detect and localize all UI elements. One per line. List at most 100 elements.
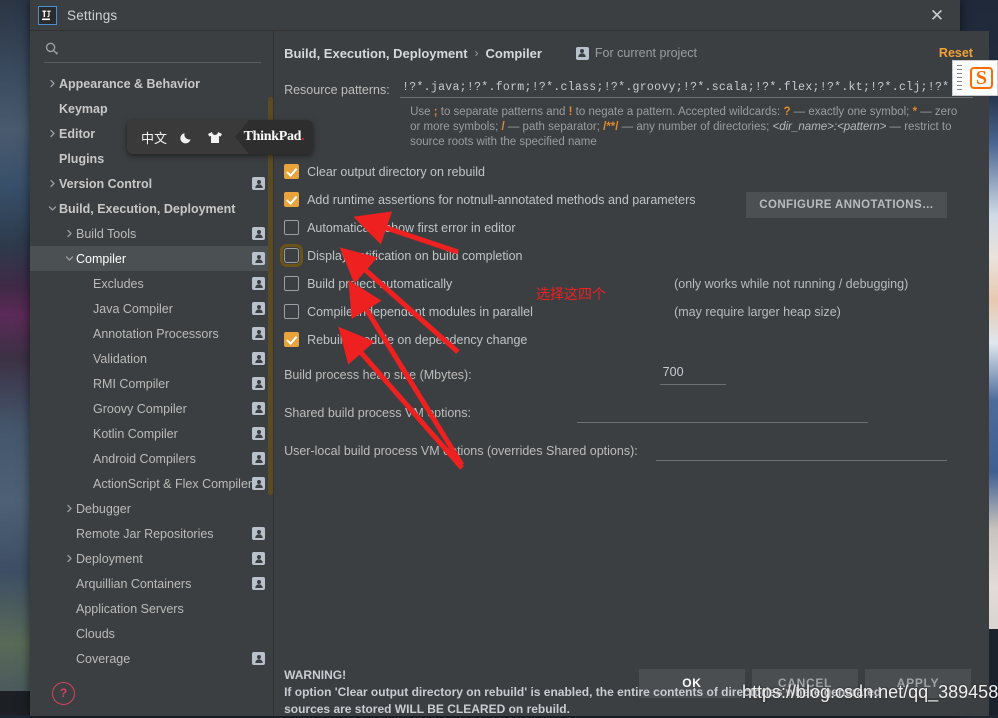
search-input[interactable] (60, 40, 262, 57)
option-row-automatically-show-first-error[interactable]: Automatically show first error in editor (284, 220, 973, 235)
hint-dir-pattern: <dir_name>:<pattern> (772, 121, 887, 133)
resource-patterns-value: !?*.java;!?*.form;!?*.class;!?*.groovy;!… (402, 81, 971, 94)
sidebar-item-label: Version Control (59, 176, 153, 191)
help-question-icon[interactable]: ? (52, 681, 75, 705)
sidebar-item-label: Validation (93, 351, 147, 366)
sidebar-item-label: Android Compilers (93, 451, 196, 466)
background-window-left-edge (0, 0, 30, 715)
breadcrumb-leaf: Compiler (485, 45, 542, 61)
sidebar-item-android-compilers[interactable]: Android Compilers (30, 446, 273, 471)
breadcrumb-separator-icon: › (474, 46, 479, 60)
project-scope-icon (252, 352, 266, 365)
tshirt-icon[interactable] (207, 131, 223, 144)
sogou-drag-handle-icon[interactable] (957, 65, 962, 91)
sidebar-item-label: Excludes (93, 276, 144, 291)
thinkpad-brand-logo: ThinkPad. (235, 120, 313, 154)
sidebar-item-appearance-behavior[interactable]: Appearance & Behavior (30, 71, 273, 96)
search-field[interactable] (44, 36, 262, 63)
sidebar-item-label: Compiler (76, 251, 127, 266)
thinkpad-floating-widget[interactable]: 中文 ThinkPad. (127, 120, 313, 154)
checkbox-build-project-automatically[interactable] (284, 276, 300, 291)
configure-annotations-button[interactable]: CONFIGURE ANNOTATIONS… (746, 192, 947, 218)
sidebar-item-label: ActionScript & Flex Compiler (93, 476, 253, 491)
reset-link[interactable]: Reset (939, 46, 973, 60)
chevron-right-icon[interactable] (46, 77, 59, 90)
option-row-rebuild-module-on-dependency-change[interactable]: Rebuild module on dependency change (284, 332, 973, 347)
sidebar-item-version-control[interactable]: Version Control (30, 171, 273, 196)
sidebar-item-build-execution-deployment[interactable]: Build, Execution, Deployment (30, 196, 273, 221)
checkbox-clear-output-directory-on-rebuild[interactable] (284, 164, 300, 179)
compiler-settings-panel: Resource patterns: !?*.java;!?*.form;!?*… (274, 69, 989, 716)
sidebar-item-excludes[interactable]: Excludes (30, 271, 273, 296)
project-scope-icon (252, 577, 266, 590)
sidebar-item-validation[interactable]: Validation (30, 346, 273, 371)
chevron-right-icon[interactable] (46, 177, 59, 190)
sidebar-item-build-tools[interactable]: Build Tools (30, 221, 273, 246)
chevron-down-icon[interactable] (46, 202, 59, 215)
sidebar-item-label: Remote Jar Repositories (76, 526, 214, 541)
option-note-build-project-automatically: (only works while not running / debuggin… (674, 276, 909, 291)
project-scope-icon (252, 177, 266, 190)
checkbox-label-add-runtime-assertions: Add runtime assertions for notnull-annot… (307, 192, 696, 207)
sidebar-item-application-servers[interactable]: Application Servers (30, 596, 273, 621)
sidebar-item-kotlin-compiler[interactable]: Kotlin Compiler (30, 421, 273, 446)
sidebar-item-label: Appearance & Behavior (59, 76, 201, 91)
chevron-right-icon[interactable] (63, 502, 76, 515)
checkbox-label-rebuild-module-on-dependency-change: Rebuild module on dependency change (307, 332, 528, 347)
chevron-right-icon[interactable] (46, 127, 59, 140)
thinkpad-widget-icons: 中文 (127, 128, 223, 147)
checkbox-label-build-project-automatically: Build project automatically (307, 276, 453, 291)
sidebar-item-debugger[interactable]: Debugger (30, 496, 273, 521)
thinkpad-brand-dot: . (301, 129, 305, 144)
sogou-logo-icon[interactable]: S (969, 67, 993, 89)
project-scope-icon (252, 402, 266, 415)
language-chinese-icon[interactable]: 中文 (141, 128, 167, 147)
sidebar-item-remote-jar-repositories[interactable]: Remote Jar Repositories (30, 521, 273, 546)
sidebar-item-actionscript-flex-compiler[interactable]: ActionScript & Flex Compiler (30, 471, 273, 496)
project-scope-label: For current project (594, 46, 698, 60)
sidebar-item-clouds[interactable]: Clouds (30, 621, 273, 646)
field-input-shared-build-process-vm-options[interactable] (577, 403, 868, 423)
field-input-build-process-heap-size[interactable]: 700 (659, 365, 726, 385)
sidebar-item-annotation-processors[interactable]: Annotation Processors (30, 321, 273, 346)
sidebar-item-groovy-compiler[interactable]: Groovy Compiler (30, 396, 273, 421)
chevron-right-icon[interactable] (63, 227, 76, 240)
sidebar-item-deployment[interactable]: Deployment (30, 546, 273, 571)
project-scope-icon (252, 252, 266, 265)
moon-icon[interactable] (180, 130, 194, 144)
checkbox-automatically-show-first-error[interactable] (284, 220, 300, 235)
breadcrumb-root[interactable]: Build, Execution, Deployment (284, 46, 467, 61)
checkbox-compile-independent-modules-in-parallel[interactable] (284, 304, 300, 319)
field-input-user-local-build-process-vm-options[interactable] (655, 441, 947, 461)
close-icon[interactable]: ✕ (922, 2, 952, 28)
resource-patterns-input[interactable]: !?*.java;!?*.form;!?*.class;!?*.groovy;!… (400, 80, 973, 98)
checkbox-rebuild-module-on-dependency-change[interactable] (284, 332, 300, 347)
sidebar-item-compiler[interactable]: Compiler (30, 246, 274, 271)
sidebar-item-rmi-compiler[interactable]: RMI Compiler (30, 371, 273, 396)
option-row-compile-independent-modules-in-parallel[interactable]: Compile independent modules in parallel (… (284, 304, 973, 319)
chevron-right-icon[interactable] (63, 552, 76, 565)
field-label-shared-build-process-vm-options: Shared build process VM options: (284, 406, 471, 420)
sidebar-item-keymap[interactable]: Keymap (30, 96, 273, 121)
project-scope-icon (252, 377, 266, 390)
sidebar-item-arquillian-containers[interactable]: Arquillian Containers (30, 571, 273, 596)
hint-part-2: to separate patterns and (437, 106, 569, 118)
chevron-down-icon[interactable] (63, 252, 76, 265)
checkbox-add-runtime-assertions[interactable] (284, 192, 300, 207)
sidebar-item-coverage[interactable]: Coverage (30, 646, 273, 670)
option-row-build-project-automatically[interactable]: Build project automatically (only works w… (284, 276, 973, 291)
option-row-clear-output-directory-on-rebuild[interactable]: Clear output directory on rebuild (284, 164, 973, 179)
option-row-display-notification-on-build-completion[interactable]: Display notification on build completion (280, 244, 973, 267)
option-row-add-runtime-assertions[interactable]: Add runtime assertions for notnull-annot… (284, 192, 973, 218)
settings-tree[interactable]: Appearance & Behavior Keymap Editor Plugins… (30, 67, 274, 670)
sidebar-item-label: Application Servers (76, 601, 184, 616)
sogou-ime-badge[interactable]: S (952, 60, 998, 96)
sidebar-item-java-compiler[interactable]: Java Compiler (30, 296, 273, 321)
checkbox-display-notification-on-build-completion[interactable] (280, 244, 304, 267)
